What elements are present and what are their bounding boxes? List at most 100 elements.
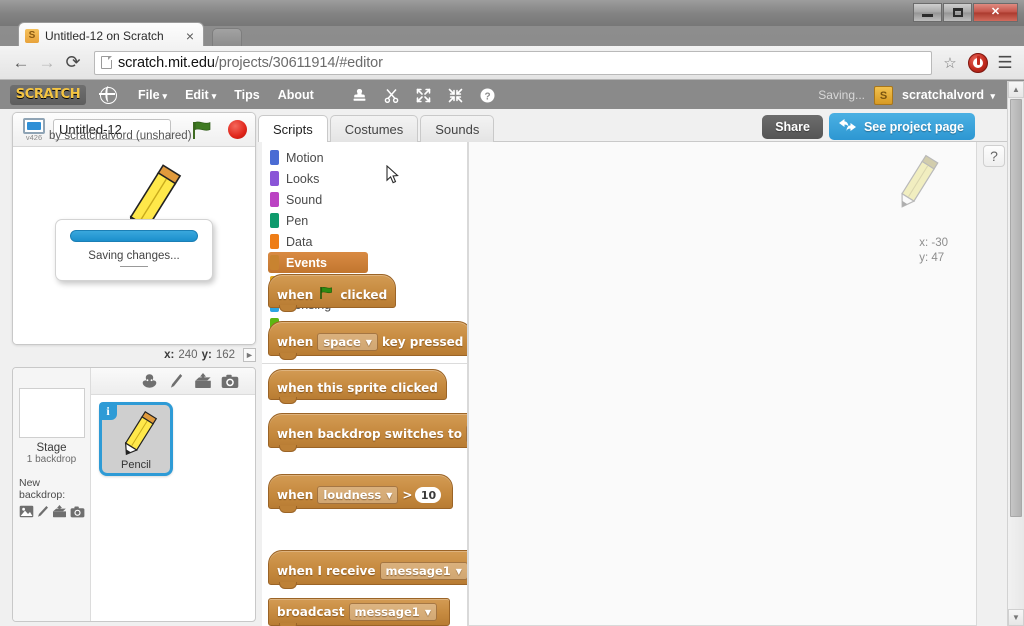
forward-icon[interactable]: → bbox=[34, 50, 60, 76]
script-x-label: x: bbox=[919, 237, 929, 249]
stage-x-value: 240 bbox=[178, 349, 198, 361]
menu-about[interactable]: About bbox=[269, 88, 323, 102]
block-when-backdrop-switches-to[interactable]: when backdrop switches to backdrop1 ▼ bbox=[268, 413, 467, 452]
category-looks[interactable]: Looks bbox=[268, 168, 368, 189]
backdrop-dropdown[interactable]: backdrop1 ▼ bbox=[465, 425, 467, 443]
threshold-input[interactable]: 10 bbox=[415, 487, 442, 503]
block-when-this-sprite-clicked[interactable]: when this sprite clicked bbox=[268, 369, 447, 404]
palette-block-row: when this sprite clicked bbox=[268, 369, 467, 404]
message-dropdown[interactable]: message1 ▼ bbox=[379, 562, 467, 580]
scrollbar-thumb[interactable] bbox=[1010, 99, 1022, 517]
new-sprite-library-icon[interactable] bbox=[140, 373, 158, 390]
script-y-label: y: bbox=[919, 252, 929, 264]
adblock-extension-icon[interactable] bbox=[968, 52, 988, 73]
editor-tabs: Scripts Costumes Sounds bbox=[258, 115, 495, 142]
chevron-down-icon: ▾ bbox=[211, 91, 217, 101]
help-button[interactable]: ? bbox=[983, 145, 1005, 167]
data-swatch-icon bbox=[270, 234, 279, 249]
key-dropdown[interactable]: space ▼ bbox=[317, 333, 378, 351]
share-buttons: Share See project page bbox=[762, 113, 975, 140]
browser-tab[interactable]: S Untitled-12 on Scratch × bbox=[18, 22, 204, 48]
dropdown-value: message1 bbox=[354, 605, 420, 619]
block-when-key-pressed[interactable]: when space ▼ key pressed bbox=[268, 321, 467, 360]
backdrop-library-icon[interactable] bbox=[19, 504, 34, 519]
block-text: when bbox=[277, 335, 314, 349]
message-dropdown[interactable]: message1 ▼ bbox=[348, 603, 437, 621]
scratch-favicon-icon: S bbox=[25, 28, 39, 43]
looks-swatch-icon bbox=[270, 171, 279, 186]
stage-resize-handle-icon[interactable]: ► bbox=[243, 348, 256, 362]
username-label: scratchalvord bbox=[902, 88, 984, 102]
paint-sprite-icon[interactable] bbox=[167, 373, 185, 390]
new-tab-button[interactable] bbox=[212, 28, 242, 46]
bookmark-star-icon[interactable]: ☆ bbox=[938, 54, 962, 72]
menu-edit[interactable]: Edit ▾ bbox=[176, 88, 225, 102]
upload-sprite-icon[interactable] bbox=[194, 373, 212, 390]
back-icon[interactable]: ← bbox=[8, 50, 34, 76]
stop-button[interactable] bbox=[228, 120, 247, 139]
menu-file-label: File bbox=[138, 88, 160, 102]
grow-icon[interactable] bbox=[415, 86, 433, 104]
category-motion[interactable]: Motion bbox=[268, 147, 368, 168]
stamp-icon[interactable] bbox=[351, 86, 369, 104]
language-globe-icon[interactable] bbox=[99, 86, 117, 104]
tab-sounds[interactable]: Sounds bbox=[420, 115, 495, 142]
url-text: scratch.mit.edu/projects/30611914/#edito… bbox=[118, 55, 383, 71]
category-events[interactable]: Events bbox=[268, 252, 368, 273]
block-broadcast[interactable]: broadcast message1 ▼ bbox=[268, 598, 450, 626]
stage-thumbnail[interactable] bbox=[19, 388, 85, 438]
block-text: when I receive bbox=[277, 564, 376, 578]
scissors-icon[interactable] bbox=[383, 86, 401, 104]
block-palette: Motion Looks Sound Pen Data Events when … bbox=[262, 142, 468, 626]
share-button[interactable]: Share bbox=[762, 114, 823, 139]
menu-tips[interactable]: Tips bbox=[225, 88, 268, 102]
address-bar[interactable]: scratch.mit.edu/projects/30611914/#edito… bbox=[94, 50, 932, 75]
category-events-label: Events bbox=[286, 255, 327, 270]
scroll-up-arrow-icon[interactable]: ▲ bbox=[1008, 81, 1024, 98]
scratch-logo[interactable]: SCRATCH bbox=[10, 85, 86, 105]
category-sound[interactable]: Sound bbox=[268, 189, 368, 210]
saving-changes-dialog: Saving changes... bbox=[55, 219, 213, 281]
block-text: broadcast bbox=[277, 605, 345, 619]
tab-costumes[interactable]: Costumes bbox=[329, 115, 419, 142]
green-flag-button[interactable] bbox=[191, 120, 213, 145]
script-canvas[interactable]: x: -30 y: 47 bbox=[468, 142, 977, 626]
camera-sprite-icon[interactable] bbox=[221, 373, 239, 390]
palette-gap bbox=[268, 522, 467, 550]
avatar[interactable]: S bbox=[874, 85, 893, 105]
sprite-tile-pencil[interactable]: i Pencil bbox=[99, 402, 173, 476]
browser-window: ✕ S Untitled-12 on Scratch × ← → ⟳ scrat… bbox=[0, 0, 1024, 626]
script-x-coord: x: -30 bbox=[919, 236, 948, 251]
category-pen[interactable]: Pen bbox=[268, 210, 368, 231]
sound-swatch-icon bbox=[270, 192, 279, 207]
upload-backdrop-icon[interactable] bbox=[52, 504, 67, 519]
category-data[interactable]: Data bbox=[268, 231, 368, 252]
username-menu[interactable]: scratchalvord ▾ bbox=[902, 88, 995, 102]
small-stage-layout-button[interactable]: v426 bbox=[19, 117, 49, 142]
block-when-loudness-greater-than[interactable]: when loudness ▼ > 10 bbox=[268, 474, 454, 513]
menu-edit-label: Edit bbox=[185, 88, 209, 102]
close-tab-icon[interactable]: × bbox=[183, 29, 197, 43]
menu-file[interactable]: File ▾ bbox=[129, 88, 176, 102]
camera-backdrop-icon[interactable] bbox=[70, 504, 85, 519]
stage-canvas[interactable]: Saving changes... bbox=[13, 147, 255, 344]
editor-tool-icons: ? bbox=[351, 86, 497, 104]
sensor-dropdown[interactable]: loudness ▼ bbox=[317, 486, 399, 504]
reload-icon[interactable]: ⟳ bbox=[60, 50, 86, 76]
block-text: when bbox=[277, 287, 314, 302]
block-when-green-flag-clicked[interactable]: when clicked bbox=[268, 274, 397, 312]
block-help-icon[interactable]: ? bbox=[479, 86, 497, 104]
paint-backdrop-icon[interactable] bbox=[37, 504, 49, 519]
block-when-i-receive[interactable]: when I receive message1 ▼ bbox=[268, 550, 467, 589]
see-project-page-button[interactable]: See project page bbox=[828, 113, 975, 140]
browser-menu-icon[interactable]: ☰ bbox=[994, 53, 1016, 73]
backdrop-count-label: 1 backdrop bbox=[26, 454, 77, 465]
scroll-down-arrow-icon[interactable]: ▼ bbox=[1008, 609, 1024, 626]
page-scrollbar[interactable]: ▲ ▼ bbox=[1007, 81, 1024, 626]
stage-container: v426 Untitled-12 by scratchalvord (unsha… bbox=[12, 112, 256, 345]
url-host: scratch.mit.edu bbox=[118, 54, 215, 71]
sprite-info-badge[interactable]: i bbox=[99, 402, 117, 420]
shrink-icon[interactable] bbox=[447, 86, 465, 104]
tab-scripts[interactable]: Scripts bbox=[258, 115, 328, 142]
script-x-value: -30 bbox=[931, 237, 948, 249]
